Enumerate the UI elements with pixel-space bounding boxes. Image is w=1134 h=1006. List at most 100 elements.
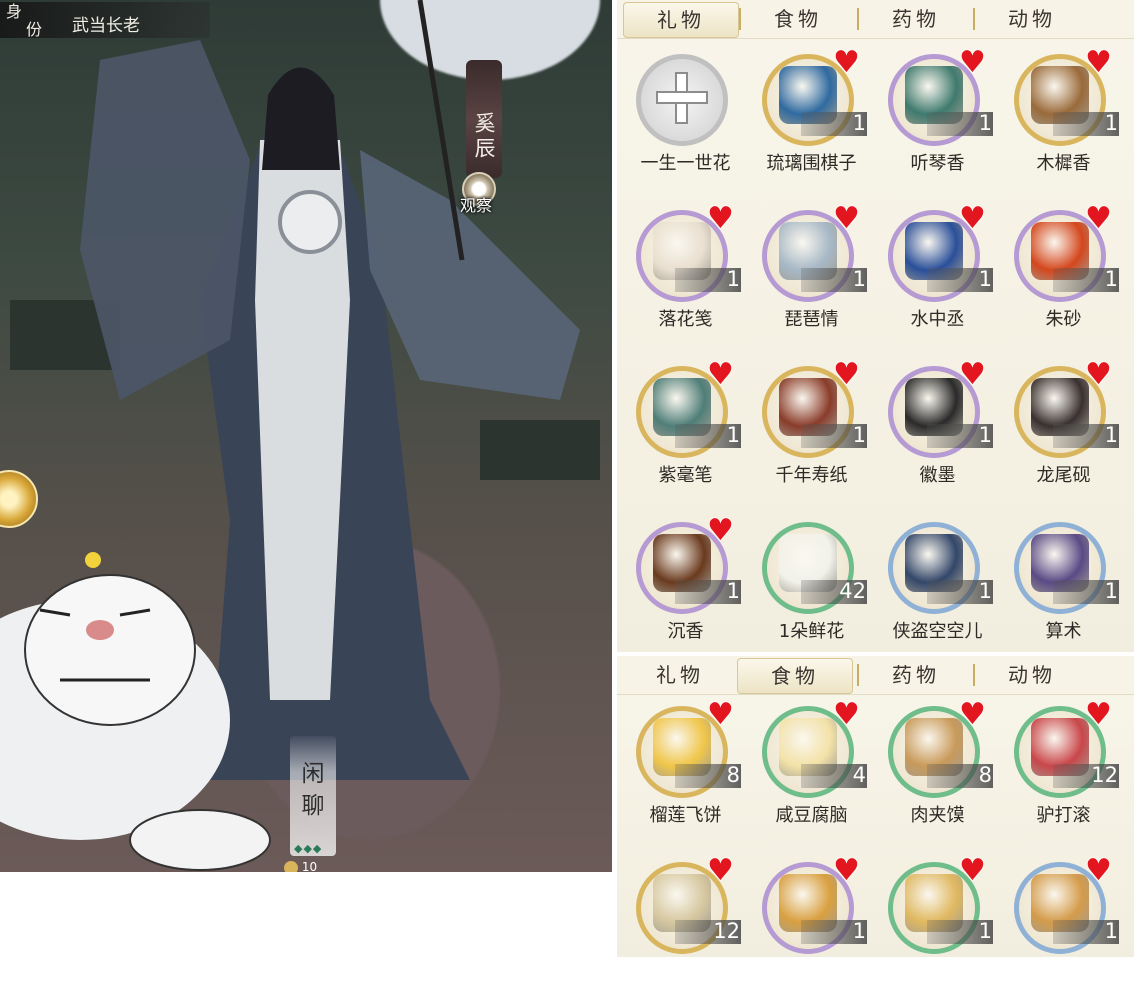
- item-name: 听琴香: [910, 153, 965, 174]
- inventory-item[interactable]: 8 ♥ 榴莲飞饼: [623, 700, 748, 850]
- item-name: 千年寿纸: [775, 465, 848, 486]
- item-count: 1: [726, 267, 740, 291]
- inventory-item[interactable]: 1 ♥ 沉香: [623, 516, 748, 666]
- inventory-item[interactable]: 1 ♥ 朱砂: [1001, 204, 1126, 354]
- item-name: 徽墨: [919, 465, 956, 486]
- item-name: 榴莲飞饼: [649, 805, 722, 826]
- chat-button[interactable]: 闲 聊 ◆◆◆: [290, 736, 336, 856]
- observe-button[interactable]: 观察: [460, 172, 506, 218]
- item-name: 沉香: [667, 621, 704, 642]
- tab-gift[interactable]: 礼物: [623, 2, 739, 38]
- identity-label-char: 身: [6, 2, 23, 21]
- tab-animal[interactable]: 动物: [975, 658, 1089, 692]
- tab-medicine[interactable]: 药物: [859, 2, 973, 36]
- heart-icon: ♥: [833, 45, 860, 80]
- item-count: 42: [839, 579, 866, 603]
- heart-icon: ♥: [1085, 357, 1112, 392]
- inventory-item[interactable]: 42 1朵鲜花: [749, 516, 874, 666]
- heart-icon: ♥: [707, 357, 734, 392]
- tab-gift[interactable]: 礼物: [623, 658, 737, 692]
- heart-icon: ♥: [707, 513, 734, 548]
- heart-icon: ♥: [959, 697, 986, 732]
- item-name: 琉璃围棋子: [766, 153, 857, 174]
- item-name: 紫毫笔: [658, 465, 713, 486]
- identity-label-char: 份: [26, 20, 43, 39]
- item-name: 一生一世花: [640, 153, 731, 174]
- heart-icon: ♥: [1085, 45, 1112, 80]
- food-inventory-panel: 礼物 食物 药物 动物 8 ♥ 榴莲飞饼 4 ♥ 咸豆腐脑 8 ♥ 肉夹馍 12 ♥ 驴打滚 12 ♥ 1 ♥…: [617, 656, 1134, 957]
- inventory-item[interactable]: 1 ♥ 落花笺: [623, 204, 748, 354]
- item-count: 1: [726, 579, 740, 603]
- category-tabs: 礼物 食物 药物 动物: [617, 0, 1134, 39]
- inventory-item[interactable]: 1 ♥: [749, 856, 874, 1006]
- character-name: 奚辰: [466, 60, 502, 178]
- inventory-item[interactable]: 1 ♥: [1001, 856, 1126, 1006]
- item-name: 木樨香: [1036, 153, 1091, 174]
- item-name: 咸豆腐脑: [775, 805, 848, 826]
- heart-icon: ♥: [707, 697, 734, 732]
- item-name: 1朵鲜花: [778, 621, 845, 642]
- category-tabs: 礼物 食物 药物 动物: [617, 656, 1134, 695]
- inventory-item[interactable]: 12 ♥ 驴打滚: [1001, 700, 1126, 850]
- item-name: 肉夹馍: [910, 805, 965, 826]
- item-name: 琵琶情: [784, 309, 839, 330]
- item-count: 1: [978, 111, 992, 135]
- heart-icon: ♥: [1085, 697, 1112, 732]
- inventory-item[interactable]: 1 ♥ 琉璃围棋子: [749, 48, 874, 198]
- inventory-item[interactable]: 1 ♥ 木樨香: [1001, 48, 1126, 198]
- item-name: 落花笺: [658, 309, 713, 330]
- inventory-item[interactable]: 1 ♥ 琵琶情: [749, 204, 874, 354]
- chat-label: 闲 聊: [298, 758, 328, 822]
- heart-icon: ♥: [707, 201, 734, 236]
- heart-icon: ♥: [707, 853, 734, 888]
- chat-label-char: 闲: [301, 761, 325, 787]
- heart-icon: ♥: [1085, 201, 1112, 236]
- item-count: 1: [1104, 423, 1118, 447]
- item-count: 1: [852, 919, 866, 943]
- identity-label: 身 份: [6, 4, 46, 38]
- item-count: 4: [852, 763, 866, 787]
- inventory-item[interactable]: 8 ♥ 肉夹馍: [875, 700, 1000, 850]
- heart-icon: ♥: [959, 45, 986, 80]
- item-count: 1: [978, 267, 992, 291]
- item-name: 水中丞: [910, 309, 965, 330]
- item-count: 1: [978, 919, 992, 943]
- inventory-item[interactable]: 12 ♥: [623, 856, 748, 1006]
- bottom-counter: 10: [284, 860, 317, 872]
- tab-food[interactable]: 食物: [737, 658, 853, 694]
- tab-food[interactable]: 食物: [741, 2, 855, 36]
- item-count: 1: [1104, 267, 1118, 291]
- inventory-item[interactable]: 1 ♥ 徽墨: [875, 360, 1000, 510]
- chat-label-char: 聊: [301, 793, 325, 819]
- item-name: 朱砂: [1045, 309, 1082, 330]
- item-count: 1: [726, 423, 740, 447]
- item-count: 1: [978, 423, 992, 447]
- item-count: 1: [1104, 919, 1118, 943]
- inventory-item[interactable]: 1 ♥ 水中丞: [875, 204, 1000, 354]
- heart-icon: ♥: [959, 853, 986, 888]
- item-name: 侠盗空空儿: [892, 621, 983, 642]
- chat-progress-dots: ◆◆◆: [294, 842, 323, 855]
- tab-animal[interactable]: 动物: [975, 2, 1089, 36]
- observe-label: 观察: [460, 196, 493, 215]
- item-name: 算术: [1045, 621, 1082, 642]
- item-count: 1: [852, 267, 866, 291]
- item-count: 1: [1104, 579, 1118, 603]
- inventory-item[interactable]: 4 ♥ 咸豆腐脑: [749, 700, 874, 850]
- tab-medicine[interactable]: 药物: [859, 658, 973, 692]
- heart-icon: ♥: [959, 357, 986, 392]
- heart-icon: ♥: [833, 853, 860, 888]
- item-name: 驴打滚: [1036, 805, 1091, 826]
- inventory-item[interactable]: 一生一世花: [623, 48, 748, 198]
- item-count: 8: [726, 763, 740, 787]
- inventory-item[interactable]: 1 侠盗空空儿: [875, 516, 1000, 666]
- heart-icon: ♥: [1085, 853, 1112, 888]
- inventory-item[interactable]: 1 算术: [1001, 516, 1126, 666]
- inventory-item[interactable]: 1 ♥: [875, 856, 1000, 1006]
- heart-icon: ♥: [833, 201, 860, 236]
- inventory-item[interactable]: 1 ♥ 紫毫笔: [623, 360, 748, 510]
- inventory-item[interactable]: 1 ♥ 听琴香: [875, 48, 1000, 198]
- inventory-item[interactable]: 1 ♥ 千年寿纸: [749, 360, 874, 510]
- inventory-item[interactable]: 1 ♥ 龙尾砚: [1001, 360, 1126, 510]
- identity-title: 武当长老: [72, 16, 140, 36]
